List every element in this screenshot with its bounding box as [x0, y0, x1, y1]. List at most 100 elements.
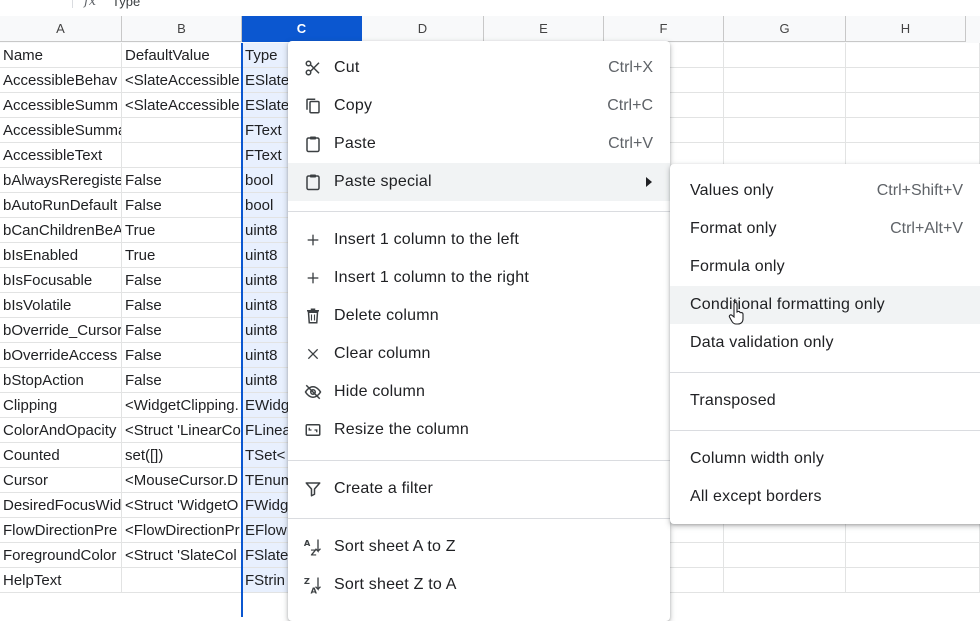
- cell[interactable]: <SlateAccessible: [122, 93, 242, 118]
- cell[interactable]: True: [122, 218, 242, 243]
- formula-input[interactable]: Type: [112, 0, 140, 9]
- menu-item-insert-column-right[interactable]: Insert 1 column to the right: [288, 259, 670, 297]
- submenu-item-format-only[interactable]: Format only Ctrl+Alt+V: [670, 210, 980, 248]
- column-header-e[interactable]: E: [484, 16, 604, 42]
- cell[interactable]: bIsFocusable: [0, 268, 122, 293]
- cell[interactable]: [724, 43, 846, 68]
- submenu-item-values-only[interactable]: Values only Ctrl+Shift+V: [670, 172, 980, 210]
- column-header-h[interactable]: H: [846, 16, 966, 42]
- menu-item-sort-z-to-a[interactable]: ZA Sort sheet Z to A: [288, 566, 670, 604]
- cell[interactable]: AccessibleBehav: [0, 68, 122, 93]
- svg-text:Z: Z: [304, 576, 310, 586]
- cell[interactable]: bOverride_Cursor: [0, 318, 122, 343]
- menu-item-create-filter[interactable]: Create a filter: [288, 470, 670, 508]
- cell[interactable]: <WidgetClipping.: [122, 393, 242, 418]
- column-header-d[interactable]: D: [362, 16, 484, 42]
- plus-icon: [302, 230, 324, 250]
- cell[interactable]: FlowDirectionPre: [0, 518, 122, 543]
- menu-item-copy[interactable]: Copy Ctrl+C: [288, 87, 670, 125]
- cell[interactable]: bIsVolatile: [0, 293, 122, 318]
- cell[interactable]: [724, 568, 846, 593]
- cell[interactable]: Cursor: [0, 468, 122, 493]
- submenu-item-transposed[interactable]: Transposed: [670, 382, 980, 420]
- submenu-item-label: All except borders: [690, 488, 822, 505]
- cell[interactable]: <MouseCursor.D: [122, 468, 242, 493]
- formula-bar: fx Type: [0, 0, 980, 16]
- cell[interactable]: DefaultValue: [122, 43, 242, 68]
- menu-item-label: Cut: [334, 59, 360, 76]
- submenu-item-all-except-borders[interactable]: All except borders: [670, 478, 980, 516]
- submenu-item-label: Formula only: [690, 258, 785, 275]
- cell[interactable]: bAutoRunDefault: [0, 193, 122, 218]
- menu-item-cut[interactable]: Cut Ctrl+X: [288, 49, 670, 87]
- menu-item-label: Paste: [334, 135, 376, 152]
- submenu-item-formula-only[interactable]: Formula only: [670, 248, 980, 286]
- cell[interactable]: bAlwaysReregiste: [0, 168, 122, 193]
- cell[interactable]: HelpText: [0, 568, 122, 593]
- cell[interactable]: ForegroundColor: [0, 543, 122, 568]
- cell[interactable]: False: [122, 368, 242, 393]
- submenu-divider: [670, 372, 980, 373]
- cell[interactable]: AccessibleSummaryText: [0, 118, 122, 143]
- menu-item-hide-column[interactable]: Hide column: [288, 373, 670, 411]
- cell[interactable]: [122, 568, 242, 593]
- submenu-item-data-validation-only[interactable]: Data validation only: [670, 324, 980, 362]
- column-header-b[interactable]: B: [122, 16, 242, 42]
- cell[interactable]: [846, 68, 980, 93]
- cell[interactable]: [724, 543, 846, 568]
- cell[interactable]: set([]): [122, 443, 242, 468]
- cell[interactable]: [846, 568, 980, 593]
- copy-icon: [302, 96, 324, 116]
- cell[interactable]: <Struct 'LinearCo: [122, 418, 242, 443]
- menu-item-paste[interactable]: Paste Ctrl+V: [288, 125, 670, 163]
- submenu-item-label: Conditional formatting only: [690, 296, 885, 313]
- menu-item-label: Sort sheet A to Z: [334, 538, 456, 555]
- cell[interactable]: Clipping: [0, 393, 122, 418]
- cell[interactable]: False: [122, 293, 242, 318]
- cell[interactable]: bStopAction: [0, 368, 122, 393]
- cell[interactable]: [846, 93, 980, 118]
- cell[interactable]: [724, 93, 846, 118]
- cell[interactable]: [724, 118, 846, 143]
- cell[interactable]: bCanChildrenBeA: [0, 218, 122, 243]
- cell[interactable]: bIsEnabled: [0, 243, 122, 268]
- cell[interactable]: False: [122, 268, 242, 293]
- cell[interactable]: AccessibleText: [0, 143, 122, 168]
- cell[interactable]: False: [122, 168, 242, 193]
- menu-item-insert-column-left[interactable]: Insert 1 column to the left: [288, 221, 670, 259]
- menu-item-delete-column[interactable]: Delete column: [288, 297, 670, 335]
- cell[interactable]: False: [122, 193, 242, 218]
- eye-off-icon: [302, 382, 324, 402]
- cell[interactable]: False: [122, 318, 242, 343]
- cell[interactable]: <Struct 'WidgetO: [122, 493, 242, 518]
- cell[interactable]: False: [122, 343, 242, 368]
- cell[interactable]: [122, 118, 242, 143]
- cell[interactable]: Counted: [0, 443, 122, 468]
- column-header-a[interactable]: A: [0, 16, 122, 42]
- column-header-g[interactable]: G: [724, 16, 846, 42]
- cell[interactable]: <FlowDirectionPr: [122, 518, 242, 543]
- menu-item-label: Clear column: [334, 345, 431, 362]
- scissors-icon: [302, 58, 324, 78]
- menu-item-sort-a-to-z[interactable]: AZ Sort sheet A to Z: [288, 528, 670, 566]
- cell[interactable]: [846, 543, 980, 568]
- cell[interactable]: <Struct 'SlateCol: [122, 543, 242, 568]
- cell[interactable]: [122, 143, 242, 168]
- submenu-item-column-width-only[interactable]: Column width only: [670, 440, 980, 478]
- cell[interactable]: bOverrideAccess: [0, 343, 122, 368]
- cell[interactable]: DesiredFocusWid: [0, 493, 122, 518]
- column-header-c[interactable]: C: [242, 16, 362, 42]
- cell[interactable]: True: [122, 243, 242, 268]
- cell[interactable]: Name: [0, 43, 122, 68]
- cell[interactable]: ColorAndOpacity: [0, 418, 122, 443]
- column-header-f[interactable]: F: [604, 16, 724, 42]
- cell[interactable]: <SlateAccessible: [122, 68, 242, 93]
- menu-item-resize-column[interactable]: Resize the column: [288, 411, 670, 449]
- cell[interactable]: [846, 43, 980, 68]
- submenu-item-conditional-formatting-only[interactable]: Conditional formatting only: [670, 286, 980, 324]
- menu-item-clear-column[interactable]: Clear column: [288, 335, 670, 373]
- cell[interactable]: [846, 118, 980, 143]
- cell[interactable]: [724, 68, 846, 93]
- cell[interactable]: AccessibleSumm: [0, 93, 122, 118]
- menu-item-paste-special[interactable]: Paste special: [288, 163, 670, 201]
